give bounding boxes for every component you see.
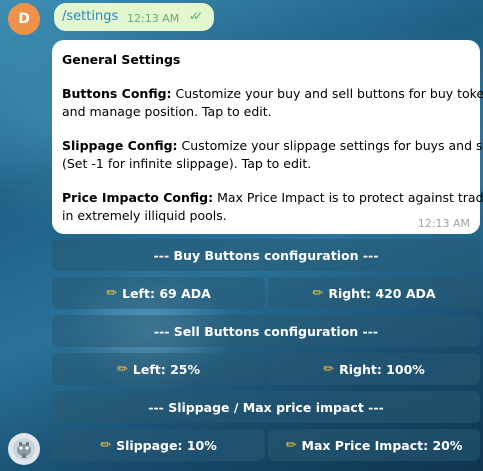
pencil-icon: ✏: [100, 437, 112, 453]
pencil-icon: ✏: [312, 285, 324, 301]
slippage-config-line: Slippage Config: Customize your slippage…: [62, 138, 483, 153]
message-time: 12:13 AM: [417, 217, 470, 230]
sell-buttons-header-button[interactable]: --- Sell Buttons configuration ---: [52, 315, 480, 347]
double-check-icon: ✓✓: [189, 9, 203, 23]
pencil-icon: ✏: [106, 285, 118, 301]
message-time: 12:13 AM: [127, 12, 180, 25]
pencil-icon: ✏: [323, 361, 335, 377]
price-impact-config-line: Price Impacto Config: Max Price Impact i…: [62, 190, 483, 205]
price-impact-config-line-2: in extremely illiquid pools.: [62, 208, 227, 223]
bot-avatar[interactable]: [8, 433, 40, 465]
pencil-icon: ✏: [285, 437, 297, 453]
max-price-impact-button[interactable]: ✏ Max Price Impact: 20%: [268, 429, 480, 461]
buy-left-button[interactable]: ✏ Left: 69 ADA: [52, 277, 265, 309]
avatar-initial: D: [18, 11, 30, 27]
price-impact-config-label: Price Impacto Config:: [62, 190, 214, 205]
incoming-message: General Settings Buttons Config: Customi…: [52, 40, 483, 234]
bot-avatar-image: [13, 438, 35, 460]
user-avatar[interactable]: D: [8, 3, 40, 35]
slippage-header-button[interactable]: --- Slippage / Max price impact ---: [52, 391, 480, 423]
sell-right-button[interactable]: ✏ Right: 100%: [268, 353, 480, 385]
slippage-config-label: Slippage Config:: [62, 138, 178, 153]
slippage-button[interactable]: ✏ Slippage: 10%: [52, 429, 265, 461]
sell-left-button[interactable]: ✏ Left: 25%: [52, 353, 265, 385]
slippage-config-line-2: (Set -1 for infinite slippage). Tap to e…: [62, 156, 312, 171]
pencil-icon: ✏: [116, 361, 128, 377]
command-text[interactable]: /settings: [62, 9, 118, 24]
buy-right-button[interactable]: ✏ Right: 420 ADA: [268, 277, 480, 309]
outgoing-message[interactable]: /settings 12:13 AM ✓✓: [54, 3, 214, 31]
buttons-config-line-2: and manage position. Tap to edit.: [62, 104, 272, 119]
message-title: General Settings: [62, 52, 181, 67]
buttons-config-line: Buttons Config: Customize your buy and s…: [62, 86, 483, 101]
buy-buttons-header-button[interactable]: --- Buy Buttons configuration ---: [52, 239, 480, 271]
buttons-config-label: Buttons Config:: [62, 86, 172, 101]
